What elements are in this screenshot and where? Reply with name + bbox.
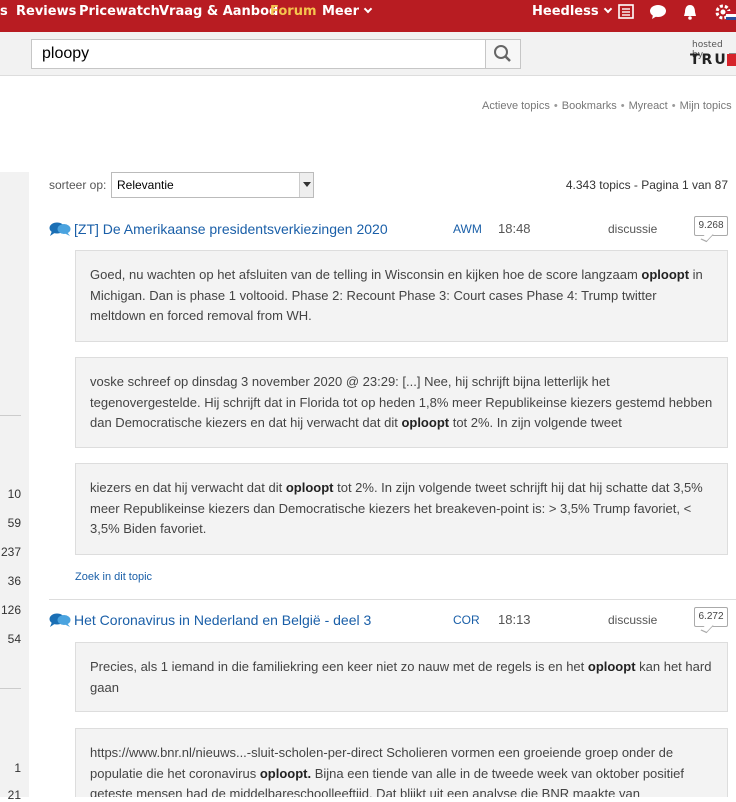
chat-icon[interactable] [649,3,667,21]
snippet-highlight: oploopt [285,480,334,495]
topic-time: 18:13 [498,612,531,627]
search-snippet[interactable]: https://www.bnr.nl/nieuws...-sluit-schol… [75,728,728,797]
snippet-text: kiezers en dat hij verwacht dat dit [90,480,286,495]
topic-row: Het Coronavirus in Nederland en België -… [49,607,728,634]
sort-select[interactable]: Relevantie [111,172,314,198]
sort-selected-value: Relevantie [117,178,174,192]
discussion-icon [49,613,71,627]
search-snippet[interactable]: voske schreef op dinsdag 3 november 2020… [75,357,728,448]
user-menu[interactable]: Heedless [532,0,612,32]
search-snippet[interactable]: Goed, nu wachten op het afsluiten van de… [75,250,728,342]
bell-icon[interactable] [681,3,699,21]
sort-label: sorteer op: [49,178,107,192]
snippet-highlight: oploopt [587,659,636,674]
link-myreact[interactable]: Myreact [629,100,668,112]
gear-flag-icon[interactable] [714,3,736,21]
search-in-topic-link[interactable]: Zoek in dit topic [75,571,152,583]
search-input[interactable] [31,39,486,69]
topic-author[interactable]: AWM [453,222,482,236]
snippet-text: Goed, nu wachten op het afsluiten van de… [90,267,642,282]
reply-count-badge: 6.272 [694,607,728,627]
chevron-down-icon [363,4,373,14]
link-bookmarks[interactable]: Bookmarks [562,100,617,112]
search-snippet[interactable]: Precies, als 1 iemand in die familiekrin… [75,642,728,712]
topic-row: [ZT] De Amerikaanse presidentsverkiezing… [49,216,728,243]
nav-item-forum[interactable]: Forum [270,0,317,32]
search-icon [494,45,511,62]
chevron-down-icon [299,173,313,197]
gutter-count: 54 [7,632,21,646]
topic-title-link[interactable]: Het Coronavirus in Nederland en België -… [74,612,371,628]
nav-item-meer[interactable]: Meer [322,0,373,32]
gutter-count: 10 [7,487,21,501]
reply-count-badge: 9.268 [694,216,728,236]
gutter-count: 59 [7,516,21,530]
snippet-highlight: oploopt [641,267,690,282]
search-snippet[interactable]: kiezers en dat hij verwacht dat dit oplo… [75,463,728,555]
gutter-divider [0,688,21,689]
topic-author[interactable]: COR [453,613,480,627]
gutter-count: 36 [7,574,21,588]
top-navigation: s Reviews Pricewatch Vraag & Aanbod Foru… [0,0,736,32]
topic-title-link[interactable]: [ZT] De Amerikaanse presidentsverkiezing… [74,221,388,237]
topic-type: discussie [608,613,658,627]
nav-item-truncated[interactable]: s [0,0,8,32]
nav-item-pricewatch[interactable]: Pricewatch [79,0,160,32]
link-mijn-topics[interactable]: Mijn topics [680,100,732,112]
snippet-highlight: oploopt [401,415,450,430]
search-button[interactable] [485,39,521,69]
chevron-down-icon [603,4,612,14]
topic-time: 18:48 [498,221,531,236]
gutter-count: 1 [14,761,21,775]
true-logo-bar [727,54,736,66]
forum-sublinks: Actieve topics • Bookmarks • Myreact • Mijn to… [482,100,732,112]
nav-item-vraag-aanbod[interactable]: Vraag & Aanbod [159,0,278,32]
topic-type: discussie [608,222,658,236]
link-actieve-topics[interactable]: Actieve topics [482,100,550,112]
snippet-highlight: oploopt. [259,765,312,781]
discussion-icon [49,222,71,236]
gutter-count: 21 [7,788,21,802]
snippet-text: tot 2%. In zijn volgende tweet [449,415,622,430]
gutter-count: 126 [0,603,21,617]
snippet-text: Precies, als 1 iemand in die familiekrin… [90,659,588,674]
nav-item-meer-label: Meer [322,4,359,19]
results-count: 4.343 topics - Pagina 1 van 87 [565,178,728,192]
nav-item-reviews[interactable]: Reviews [16,0,76,32]
gutter-count: 237 [0,545,21,559]
user-name: Heedless [532,4,599,19]
gutter-divider [0,415,21,416]
left-gutter [0,172,29,797]
topic-divider [49,599,736,600]
search-bar: hosted by TRUE [0,32,736,76]
list-icon[interactable] [617,3,635,21]
